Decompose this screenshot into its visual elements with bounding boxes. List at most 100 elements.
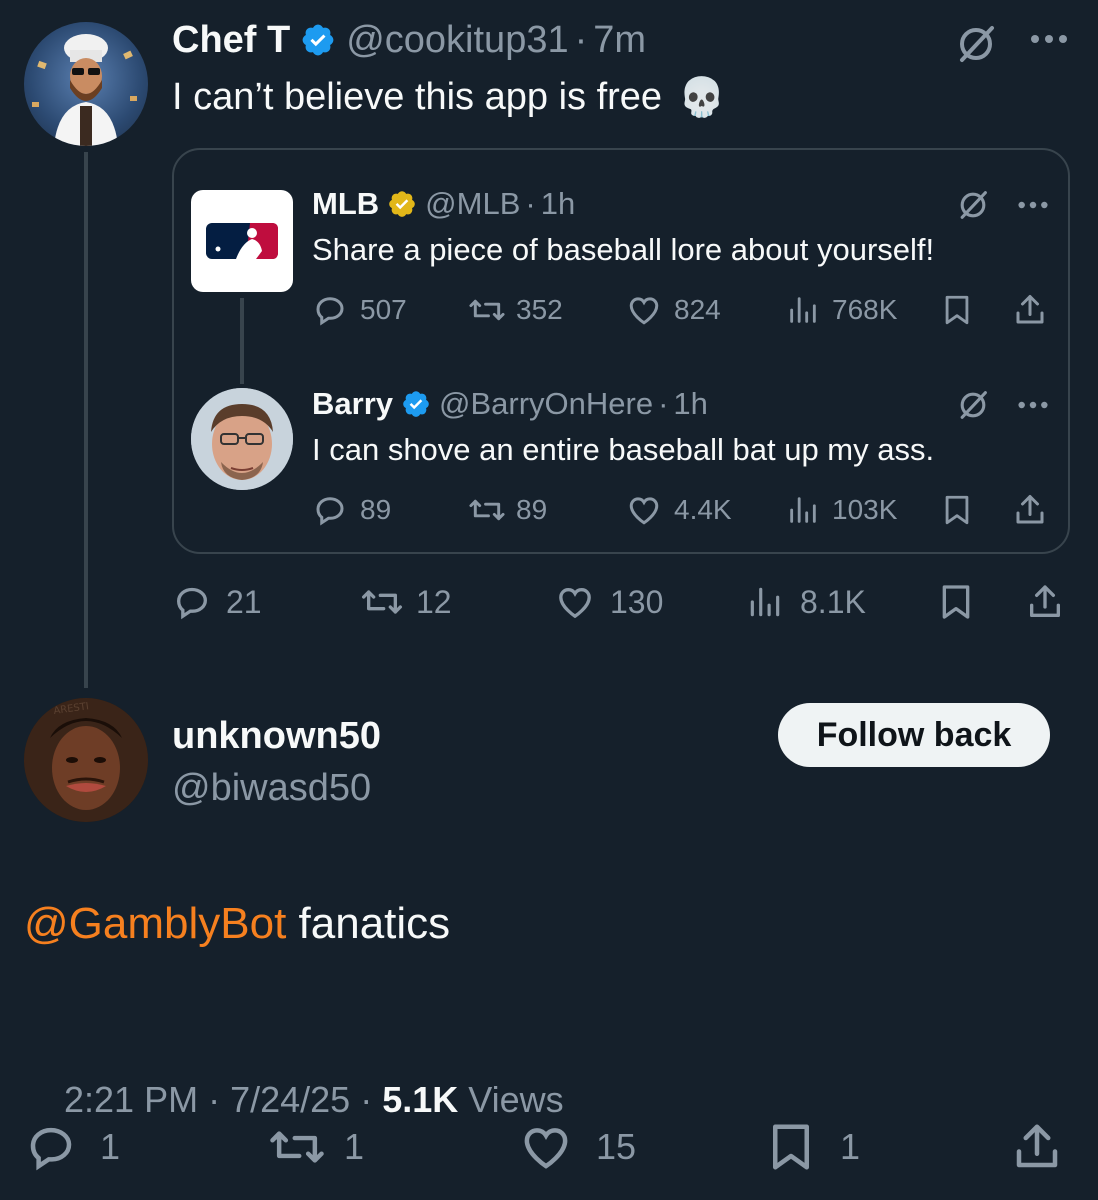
repost-count: 352	[516, 294, 563, 325]
parent-post-header: Chef T @cookitup31 · 7m	[172, 14, 646, 66]
post-text: fanatics	[286, 899, 451, 948]
post-time[interactable]: 1h	[673, 386, 707, 422]
repost-icon	[360, 582, 404, 622]
grok-icon[interactable]	[956, 388, 990, 422]
mlb-action-bar: 507 352 824 768K	[312, 290, 1052, 332]
like-icon	[518, 1120, 574, 1174]
reply-count: 21	[226, 583, 262, 620]
repost-button[interactable]: 1	[268, 1120, 364, 1174]
verified-badge-icon	[300, 22, 336, 58]
mlb-post-header: MLB @MLB · 1h	[312, 182, 575, 226]
share-icon[interactable]	[1024, 582, 1066, 622]
parent-action-bar: 21 12 130 8.1K	[172, 580, 1072, 628]
barry-post-text: I can shove an entire baseball bat up my…	[312, 432, 935, 467]
post-time[interactable]: 7m	[593, 19, 646, 62]
avatar-chef-t[interactable]	[24, 22, 148, 146]
follow-back-button[interactable]: Follow back	[778, 703, 1050, 767]
main-post-text: @GamblyBot fanatics	[24, 894, 450, 954]
display-name[interactable]: Chef T	[172, 19, 290, 62]
like-count: 130	[610, 583, 664, 620]
views-button[interactable]: 8.1K	[746, 582, 866, 622]
post-text: I can’t believe this app is free	[172, 75, 663, 118]
quoted-thread-line	[240, 298, 244, 384]
handle[interactable]: @BarryOnHere	[439, 386, 653, 422]
post-metadata: 2:21 PM · 7/24/25 · 5.1K Views	[24, 1028, 564, 1120]
barry-post-header: Barry @BarryOnHere · 1h	[312, 382, 708, 426]
repost-icon	[268, 1120, 326, 1174]
like-button[interactable]: 4.4K	[626, 492, 732, 528]
repost-icon	[468, 292, 506, 328]
more-icon[interactable]	[1028, 32, 1070, 46]
repost-count: 89	[516, 494, 548, 525]
main-display-name[interactable]: unknown50	[172, 712, 381, 760]
post-time[interactable]: 1h	[541, 186, 575, 222]
avatar-barry[interactable]	[191, 388, 293, 490]
reply-count: 507	[360, 294, 407, 325]
views-button[interactable]: 768K	[786, 292, 897, 328]
reply-icon	[312, 292, 348, 328]
reply-count: 89	[360, 494, 392, 525]
share-icon[interactable]	[1012, 492, 1048, 528]
repost-button[interactable]: 12	[360, 582, 452, 622]
like-count: 15	[596, 1126, 637, 1167]
views-label: Views	[458, 1079, 564, 1120]
display-name[interactable]: Barry	[312, 386, 393, 422]
reply-icon	[312, 492, 348, 528]
grok-icon[interactable]	[954, 22, 998, 66]
reply-icon	[24, 1120, 78, 1174]
views-count: 5.1K	[382, 1079, 459, 1120]
display-name[interactable]: MLB	[312, 186, 379, 222]
avatar-unknown50[interactable]: ARESTI	[24, 698, 148, 822]
handle[interactable]: @cookitup31	[346, 19, 568, 62]
bookmark-icon[interactable]	[940, 292, 974, 328]
like-icon	[554, 582, 596, 622]
separator: ·	[574, 18, 588, 61]
verified-badge-icon	[387, 189, 417, 219]
barry-action-bar: 89 89 4.4K 103K	[312, 490, 1052, 532]
mlb-logo[interactable]	[191, 190, 293, 292]
like-button[interactable]: 824	[626, 292, 721, 328]
bookmark-icon[interactable]	[940, 492, 974, 528]
views-icon	[786, 292, 820, 328]
separator: ·	[658, 386, 669, 421]
repost-count: 12	[416, 583, 452, 620]
share-icon[interactable]	[1012, 292, 1048, 328]
verified-badge-icon	[401, 389, 431, 419]
more-icon[interactable]	[1016, 199, 1050, 211]
separator: ·	[525, 186, 536, 221]
repost-button[interactable]: 352	[468, 292, 563, 328]
bookmark-count: 1	[840, 1126, 861, 1167]
like-button[interactable]: 15	[518, 1120, 636, 1174]
bookmark-icon[interactable]	[936, 582, 976, 622]
timestamp[interactable]: 2:21 PM · 7/24/25 ·	[64, 1079, 382, 1120]
reply-button[interactable]: 507	[312, 292, 407, 328]
bookmark-icon	[764, 1120, 818, 1174]
view-count: 768K	[832, 294, 898, 325]
views-icon	[746, 582, 784, 622]
like-icon	[626, 292, 662, 328]
main-handle[interactable]: @biwasd50	[172, 764, 371, 812]
repost-count: 1	[344, 1126, 365, 1167]
view-count: 103K	[832, 494, 898, 525]
views-icon	[786, 492, 820, 528]
reply-button[interactable]: 21	[172, 582, 262, 622]
reply-button[interactable]: 89	[312, 492, 391, 528]
view-count: 8.1K	[800, 583, 866, 620]
handle[interactable]: @MLB	[425, 186, 520, 222]
views-button[interactable]: 103K	[786, 492, 897, 528]
more-icon[interactable]	[1016, 399, 1050, 411]
grok-icon[interactable]	[956, 188, 990, 222]
repost-button[interactable]: 89	[468, 492, 547, 528]
reply-icon	[172, 582, 212, 622]
like-button[interactable]: 130	[554, 582, 663, 622]
bookmark-button[interactable]: 1	[764, 1120, 860, 1174]
reply-button[interactable]: 1	[24, 1120, 120, 1174]
like-count: 824	[674, 294, 721, 325]
post-detail-page: Chef T @cookitup31 · 7m I can’t believe …	[0, 0, 1098, 1200]
like-icon	[626, 492, 662, 528]
share-icon[interactable]	[1010, 1120, 1064, 1174]
mention-link[interactable]: @GamblyBot	[24, 899, 286, 948]
repost-icon	[468, 492, 506, 528]
main-action-bar: 1 1 15 1	[24, 1118, 1074, 1174]
thread-connector-line	[84, 152, 88, 688]
